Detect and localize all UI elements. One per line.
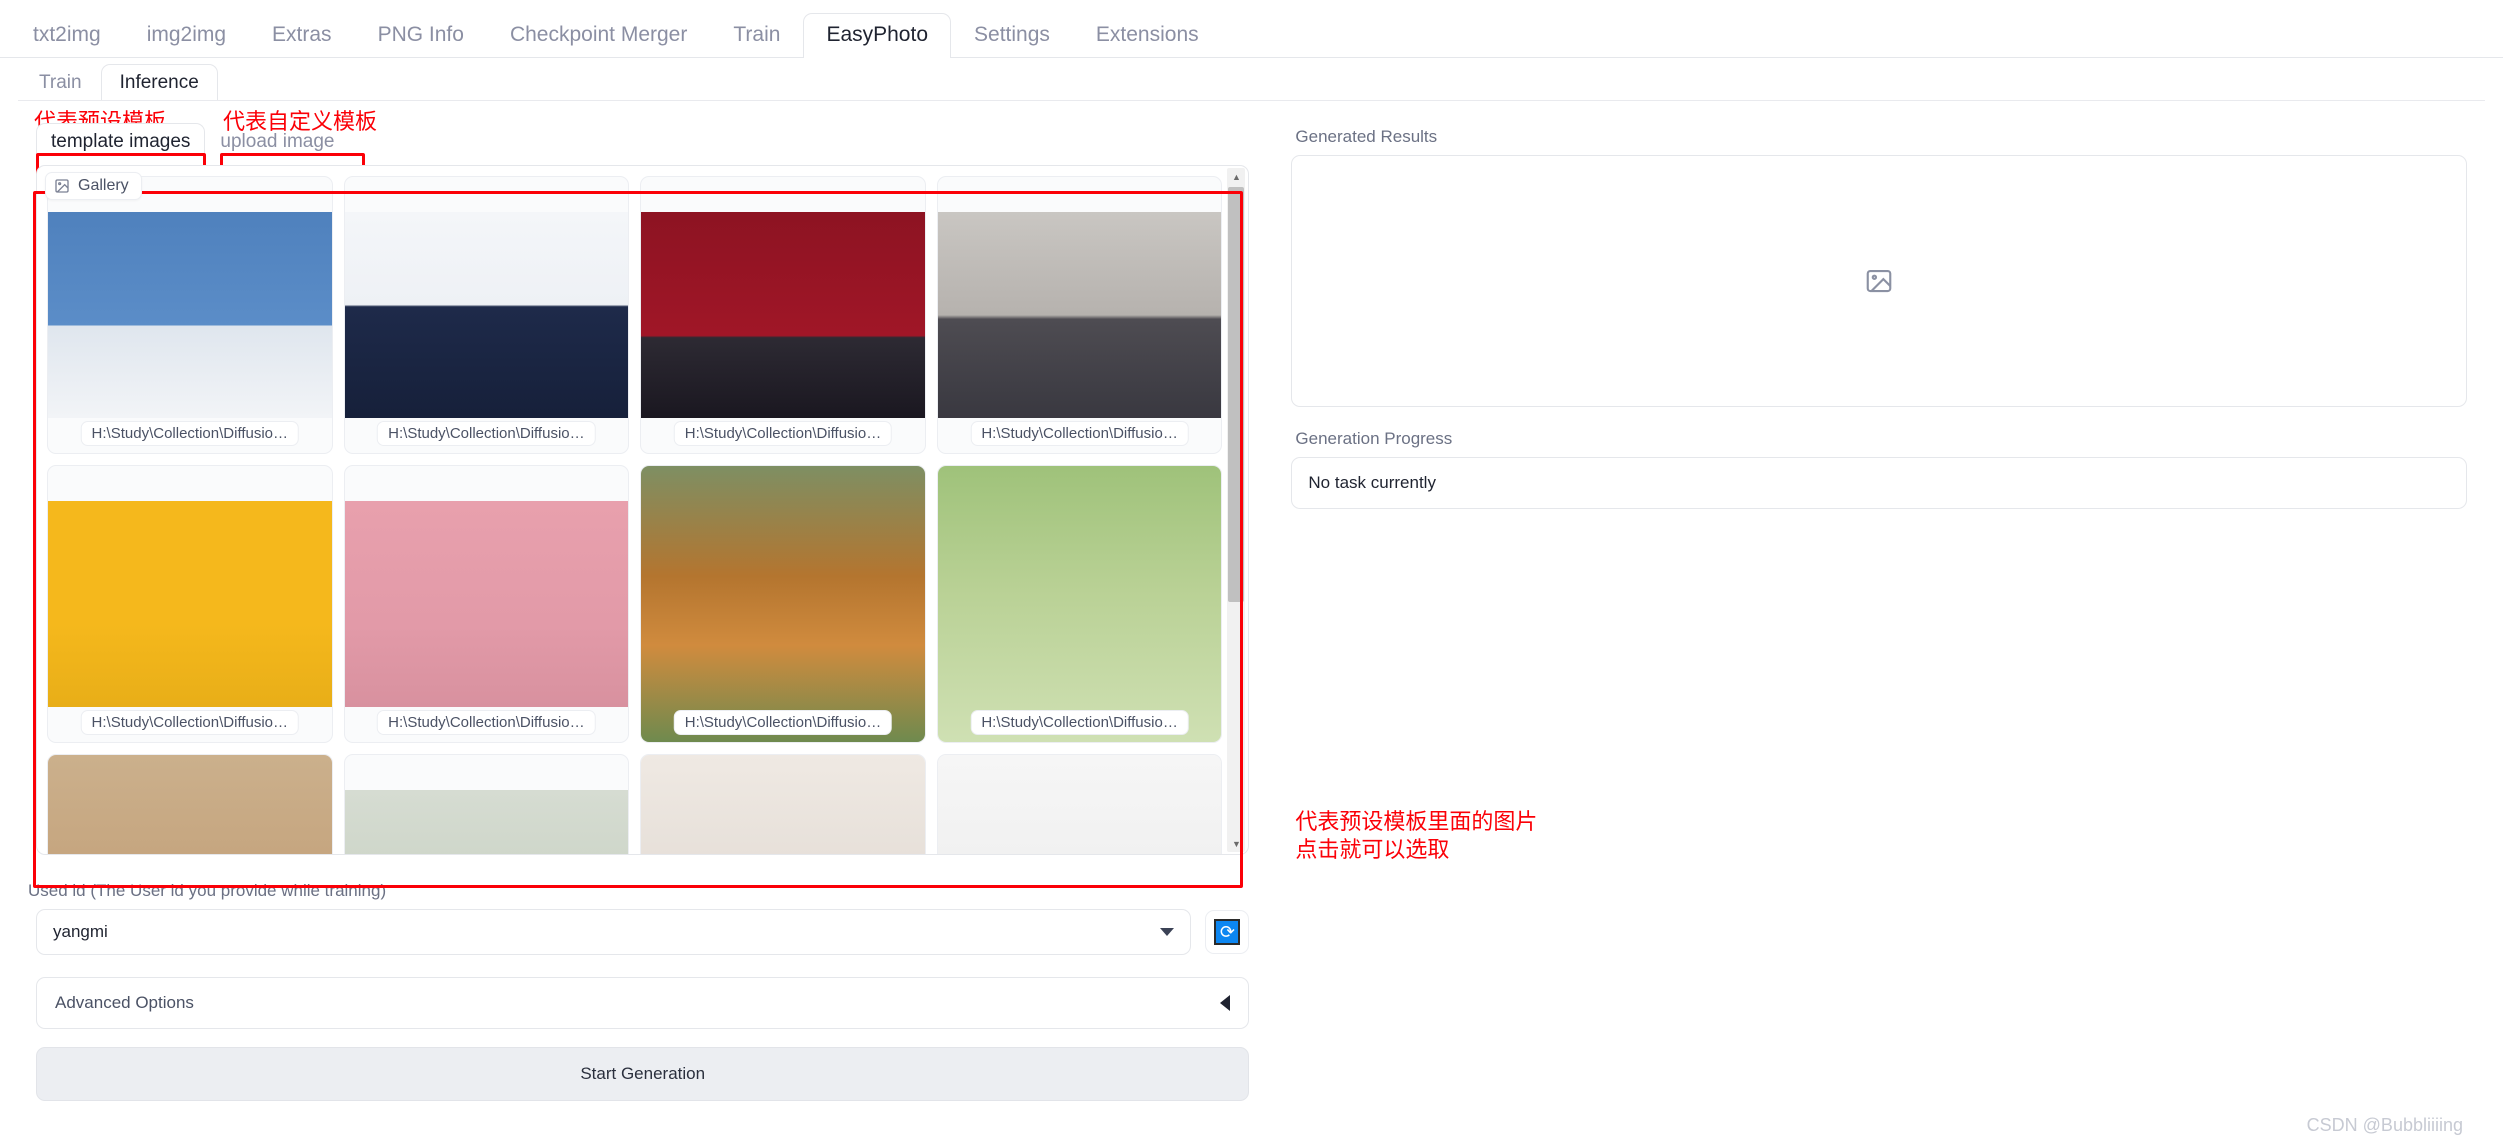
tab-checkpoint-merger[interactable]: Checkpoint Merger <box>487 13 710 58</box>
tab-extensions[interactable]: Extensions <box>1073 13 1222 58</box>
tab-template-images[interactable]: template images <box>36 123 206 160</box>
gallery-item-caption: H:\Study\Collection\Diffusio… <box>377 421 596 446</box>
gallery-item[interactable]: H:\Study\Collection\Diffusio… <box>47 465 333 743</box>
gallery-item[interactable]: H:\Study\Collection\Diffusio… <box>640 176 926 454</box>
thumbnail-image <box>641 466 925 742</box>
generation-progress-value: No task currently <box>1308 473 1436 492</box>
gallery-item[interactable]: H:\Study\Collection\Diffusio… <box>936 465 1223 743</box>
tab-txt2img[interactable]: txt2img <box>10 13 124 58</box>
gallery-badge-label: Gallery <box>78 177 129 194</box>
watermark: CSDN @Bubbliiiing <box>2306 1115 2463 1135</box>
image-icon <box>55 179 69 193</box>
advanced-options-label: Advanced Options <box>55 993 194 1012</box>
generated-results-box[interactable] <box>1291 155 2467 407</box>
thumbnail-image <box>641 212 925 418</box>
scrollbar-thumb[interactable] <box>1228 187 1245 602</box>
caret-left-icon[interactable] <box>1220 995 1231 1011</box>
scroll-down-arrow-icon[interactable]: ▼ <box>1227 835 1245 852</box>
sub-tab-train[interactable]: Train <box>20 64 101 101</box>
thumbnail-image <box>937 755 1222 854</box>
gallery-item-caption: H:\Study\Collection\Diffusio… <box>673 421 893 446</box>
tab-upload-image[interactable]: upload image <box>205 123 349 160</box>
chevron-down-icon[interactable] <box>1160 928 1175 936</box>
gallery-grid: H:\Study\Collection\Diffusio… H:\Study\C… <box>47 176 1223 854</box>
right-column: Generated Results Generation Progress No… <box>1279 119 2479 1101</box>
scroll-up-arrow-icon[interactable]: ▲ <box>1227 168 1245 185</box>
generated-results-label: Generated Results <box>1295 127 1438 146</box>
gallery-item[interactable]: H:\Study\Collection\Diffusio… <box>343 465 630 743</box>
gallery-item[interactable]: H:\Study\Collection\Diffusio… <box>936 176 1223 454</box>
tab-easyphoto[interactable]: EasyPhoto <box>803 13 952 58</box>
gallery-item-caption: H:\Study\Collection\Diffusio… <box>970 710 1189 735</box>
thumbnail-image <box>344 790 629 854</box>
generation-progress-box: No task currently <box>1291 457 2467 509</box>
user-id-select[interactable]: yangmi <box>36 909 1192 955</box>
gallery-item-caption: H:\Study\Collection\Diffusio… <box>377 710 596 735</box>
tab-img2img[interactable]: img2img <box>124 13 249 58</box>
sub-tab-inference[interactable]: Inference <box>100 64 218 101</box>
main-tab-bar: txt2img img2img Extras PNG Info Checkpoi… <box>0 0 2503 58</box>
refresh-user-id-button[interactable]: ⟳ <box>1205 910 1250 954</box>
thumbnail-image <box>48 501 332 707</box>
user-id-row: yangmi ⟳ <box>36 909 1250 955</box>
gallery-item-caption: H:\Study\Collection\Diffusio… <box>80 421 300 446</box>
thumbnail-image <box>48 755 332 854</box>
annotation-gallery-note: 代表预设模板里面的图片 点击就可以选取 <box>1295 810 1538 863</box>
thumbnail-image <box>48 212 332 418</box>
gallery-badge: Gallery <box>45 172 142 200</box>
gallery-item[interactable]: H:\Study\Collection\Diffusio… <box>640 465 926 743</box>
advanced-options-accordion[interactable]: Advanced Options <box>36 977 1250 1029</box>
user-id-label: Used id (The User id you provide while t… <box>28 881 387 900</box>
gallery-item[interactable]: H:\Study\Collection\Diffusio… <box>47 176 333 454</box>
left-column: template images upload image Gallery H:\… <box>24 119 1261 1101</box>
thumbnail-image <box>641 755 925 854</box>
tab-extras[interactable]: Extras <box>249 13 355 58</box>
gallery-item-caption: H:\Study\Collection\Diffusio… <box>673 710 893 735</box>
gallery-item-caption: H:\Study\Collection\Diffusio… <box>80 710 300 735</box>
thumbnail-image <box>344 212 629 418</box>
gallery-item-caption: H:\Study\Collection\Diffusio… <box>970 421 1189 446</box>
user-id-value: yangmi <box>53 922 108 941</box>
tab-png-info[interactable]: PNG Info <box>355 13 487 58</box>
template-gallery[interactable]: Gallery H:\Study\Collection\Diffusio… H:… <box>36 165 1250 855</box>
refresh-icon: ⟳ <box>1214 919 1241 945</box>
thumbnail-image <box>937 212 1222 418</box>
start-generation-button[interactable]: Start Generation <box>36 1047 1250 1101</box>
inference-panel: 代表预设模板 代表自定义模板 template images upload im… <box>18 100 2485 1146</box>
generation-progress-label: Generation Progress <box>1295 429 1453 448</box>
gallery-item[interactable] <box>640 754 926 854</box>
inference-columns: template images upload image Gallery H:\… <box>18 101 2485 1101</box>
tab-train[interactable]: Train <box>710 13 803 58</box>
gallery-item[interactable] <box>47 754 333 854</box>
thumbnail-image <box>344 501 629 707</box>
gallery-item[interactable] <box>936 754 1223 854</box>
template-source-tab-bar: template images upload image <box>24 119 1261 160</box>
gallery-item[interactable] <box>343 754 630 854</box>
gallery-item[interactable]: H:\Study\Collection\Diffusio… <box>343 176 630 454</box>
gallery-scrollbar[interactable]: ▲ ▼ <box>1227 168 1246 852</box>
thumbnail-image <box>937 466 1222 742</box>
tab-settings[interactable]: Settings <box>951 13 1073 58</box>
image-placeholder-icon <box>1866 269 1892 293</box>
easyphoto-sub-tab-bar: Train Inference <box>0 58 2503 101</box>
